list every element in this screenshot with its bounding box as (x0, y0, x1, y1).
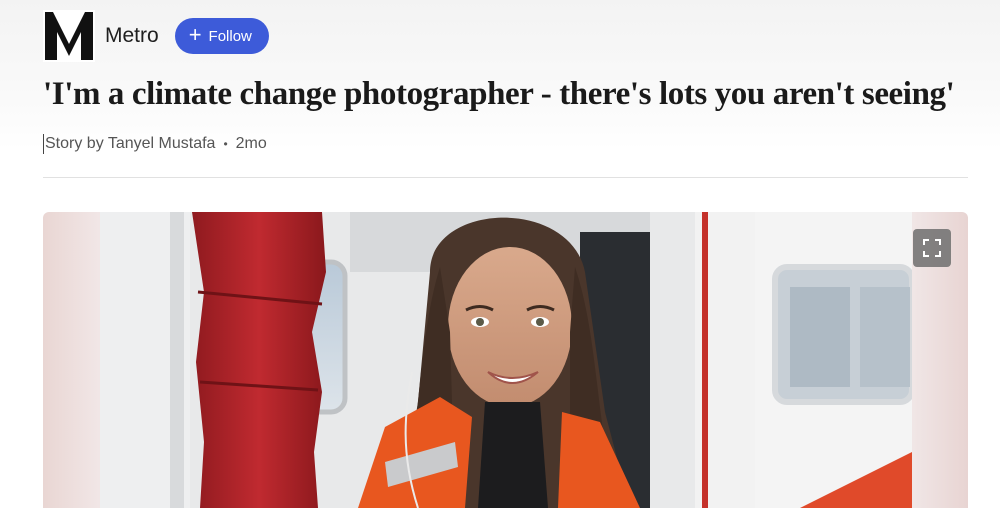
follow-button[interactable]: + Follow (174, 18, 269, 54)
article-page: Metro + Follow 'I'm a climate change pho… (0, 0, 1000, 508)
metro-logo[interactable] (43, 10, 95, 62)
publisher-name[interactable]: Metro (105, 24, 159, 48)
hero-image[interactable] (43, 212, 968, 508)
publisher-header: Metro + Follow (43, 10, 269, 62)
byline: Story by Tanyel Mustafa • 2mo (43, 134, 267, 154)
follow-label: Follow (208, 27, 252, 45)
divider (43, 177, 968, 178)
article-title: 'I'm a climate change photographer - the… (43, 76, 955, 112)
expand-icon (923, 239, 941, 257)
byline-age: 2mo (235, 135, 267, 152)
byline-separator: • (223, 137, 228, 151)
expand-image-button[interactable] (913, 229, 951, 267)
plus-icon: + (188, 22, 202, 47)
text-cursor (43, 134, 44, 154)
byline-author: Story by Tanyel Mustafa (45, 135, 216, 152)
hero-photo (100, 212, 912, 508)
